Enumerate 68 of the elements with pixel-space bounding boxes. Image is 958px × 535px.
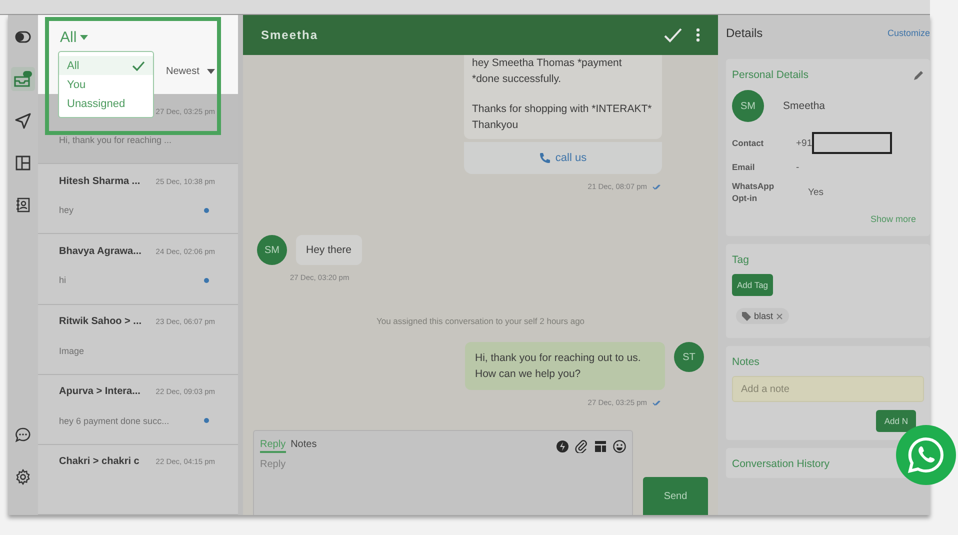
call-us-button[interactable]: call us — [464, 142, 662, 174]
message-text: Thanks for shopping with *INTERAKT* Thankyou — [472, 102, 653, 133]
phone-icon — [539, 152, 552, 164]
avatar: SM — [257, 235, 287, 265]
caret-icon — [207, 69, 216, 74]
message-bubble: Hi, thank you for reaching out to us. How can we help you? — [465, 342, 665, 390]
check-icon — [132, 60, 145, 70]
message-bubble: Hey there — [296, 235, 362, 265]
chat-title: Smeetha — [261, 28, 320, 42]
filter-dropdown[interactable]: All — [60, 29, 88, 46]
add-tag-button[interactable]: Add Tag — [732, 274, 774, 296]
pencil-icon[interactable] — [913, 70, 924, 80]
message-preview: hi — [59, 275, 66, 286]
paperclip-icon[interactable] — [575, 440, 588, 452]
menu-item[interactable]: All — [59, 56, 153, 75]
message-preview: Hi, thank you for reaching ... — [59, 135, 172, 146]
close-icon[interactable] — [776, 312, 784, 320]
message-preview: hey — [59, 205, 74, 216]
contact-name: Ritwik Sahoo > ... — [59, 316, 142, 328]
system-message: You assigned this conversation to your self 2 hours ago — [376, 316, 585, 326]
tag-icon — [742, 312, 751, 320]
contact-book-icon — [15, 197, 31, 213]
composer-tab[interactable]: Notes — [290, 439, 317, 453]
card-title: Tag — [732, 254, 750, 266]
caret-icon — [80, 35, 88, 40]
paper-plane-icon — [15, 113, 31, 129]
avatar: ST — [674, 342, 704, 372]
contact-name: Chakri > chakri c — [59, 456, 140, 468]
note-input[interactable]: Add a note — [732, 376, 924, 402]
contact-name: Smeetha — [783, 100, 826, 112]
tag-chip[interactable]: blast — [736, 308, 790, 324]
message-preview: hey 6 payment done succ... — [59, 416, 170, 426]
chat-bubble-icon — [15, 427, 31, 443]
reply-input[interactable]: Reply — [260, 459, 460, 470]
field-value: Yes — [808, 186, 824, 198]
check-icon[interactable] — [664, 28, 682, 42]
customize-link[interactable]: Customize — [887, 28, 930, 38]
avatar: SM — [732, 90, 764, 122]
layout-icon — [15, 155, 31, 171]
card-title: Conversation History — [732, 458, 830, 470]
sort-dropdown[interactable]: Newest — [166, 66, 216, 77]
double-check-icon — [652, 400, 662, 406]
field-value: +91 — [796, 138, 812, 148]
template-icon[interactable] — [594, 440, 607, 452]
field-label: Contact — [732, 137, 765, 149]
double-check-icon — [652, 184, 662, 190]
panel-title: Details — [726, 26, 763, 40]
composer-tab[interactable]: Reply — [260, 439, 286, 453]
message-text: hey Smeetha Thomas *payment *done successfully. — [472, 56, 623, 87]
field-label: WhatsApp Opt-in — [732, 180, 776, 204]
contact-name: Hitesh Sharma ... — [59, 176, 140, 187]
show-more-link[interactable]: Show more — [870, 214, 916, 224]
add-note-button[interactable]: Add N — [876, 410, 916, 432]
lightning-bubble-icon[interactable] — [556, 440, 569, 452]
contact-name: Apurva > Intera... — [59, 386, 140, 398]
field-label: Email — [732, 161, 756, 173]
card-title: Notes — [732, 356, 760, 368]
emoji-icon[interactable] — [613, 440, 626, 452]
toggle-icon — [15, 31, 31, 43]
message-preview: Image — [59, 346, 84, 356]
send-button[interactable]: Send — [643, 477, 708, 515]
contact-name: Bhavya Agrawa... — [59, 246, 142, 257]
phone-bubble-icon — [906, 435, 946, 475]
card-title: Personal Details — [732, 69, 808, 81]
field-value: - — [796, 162, 800, 172]
inbox-icon — [13, 70, 33, 88]
more-menu-icon[interactable] — [696, 28, 700, 42]
settings-icon — [15, 469, 31, 485]
